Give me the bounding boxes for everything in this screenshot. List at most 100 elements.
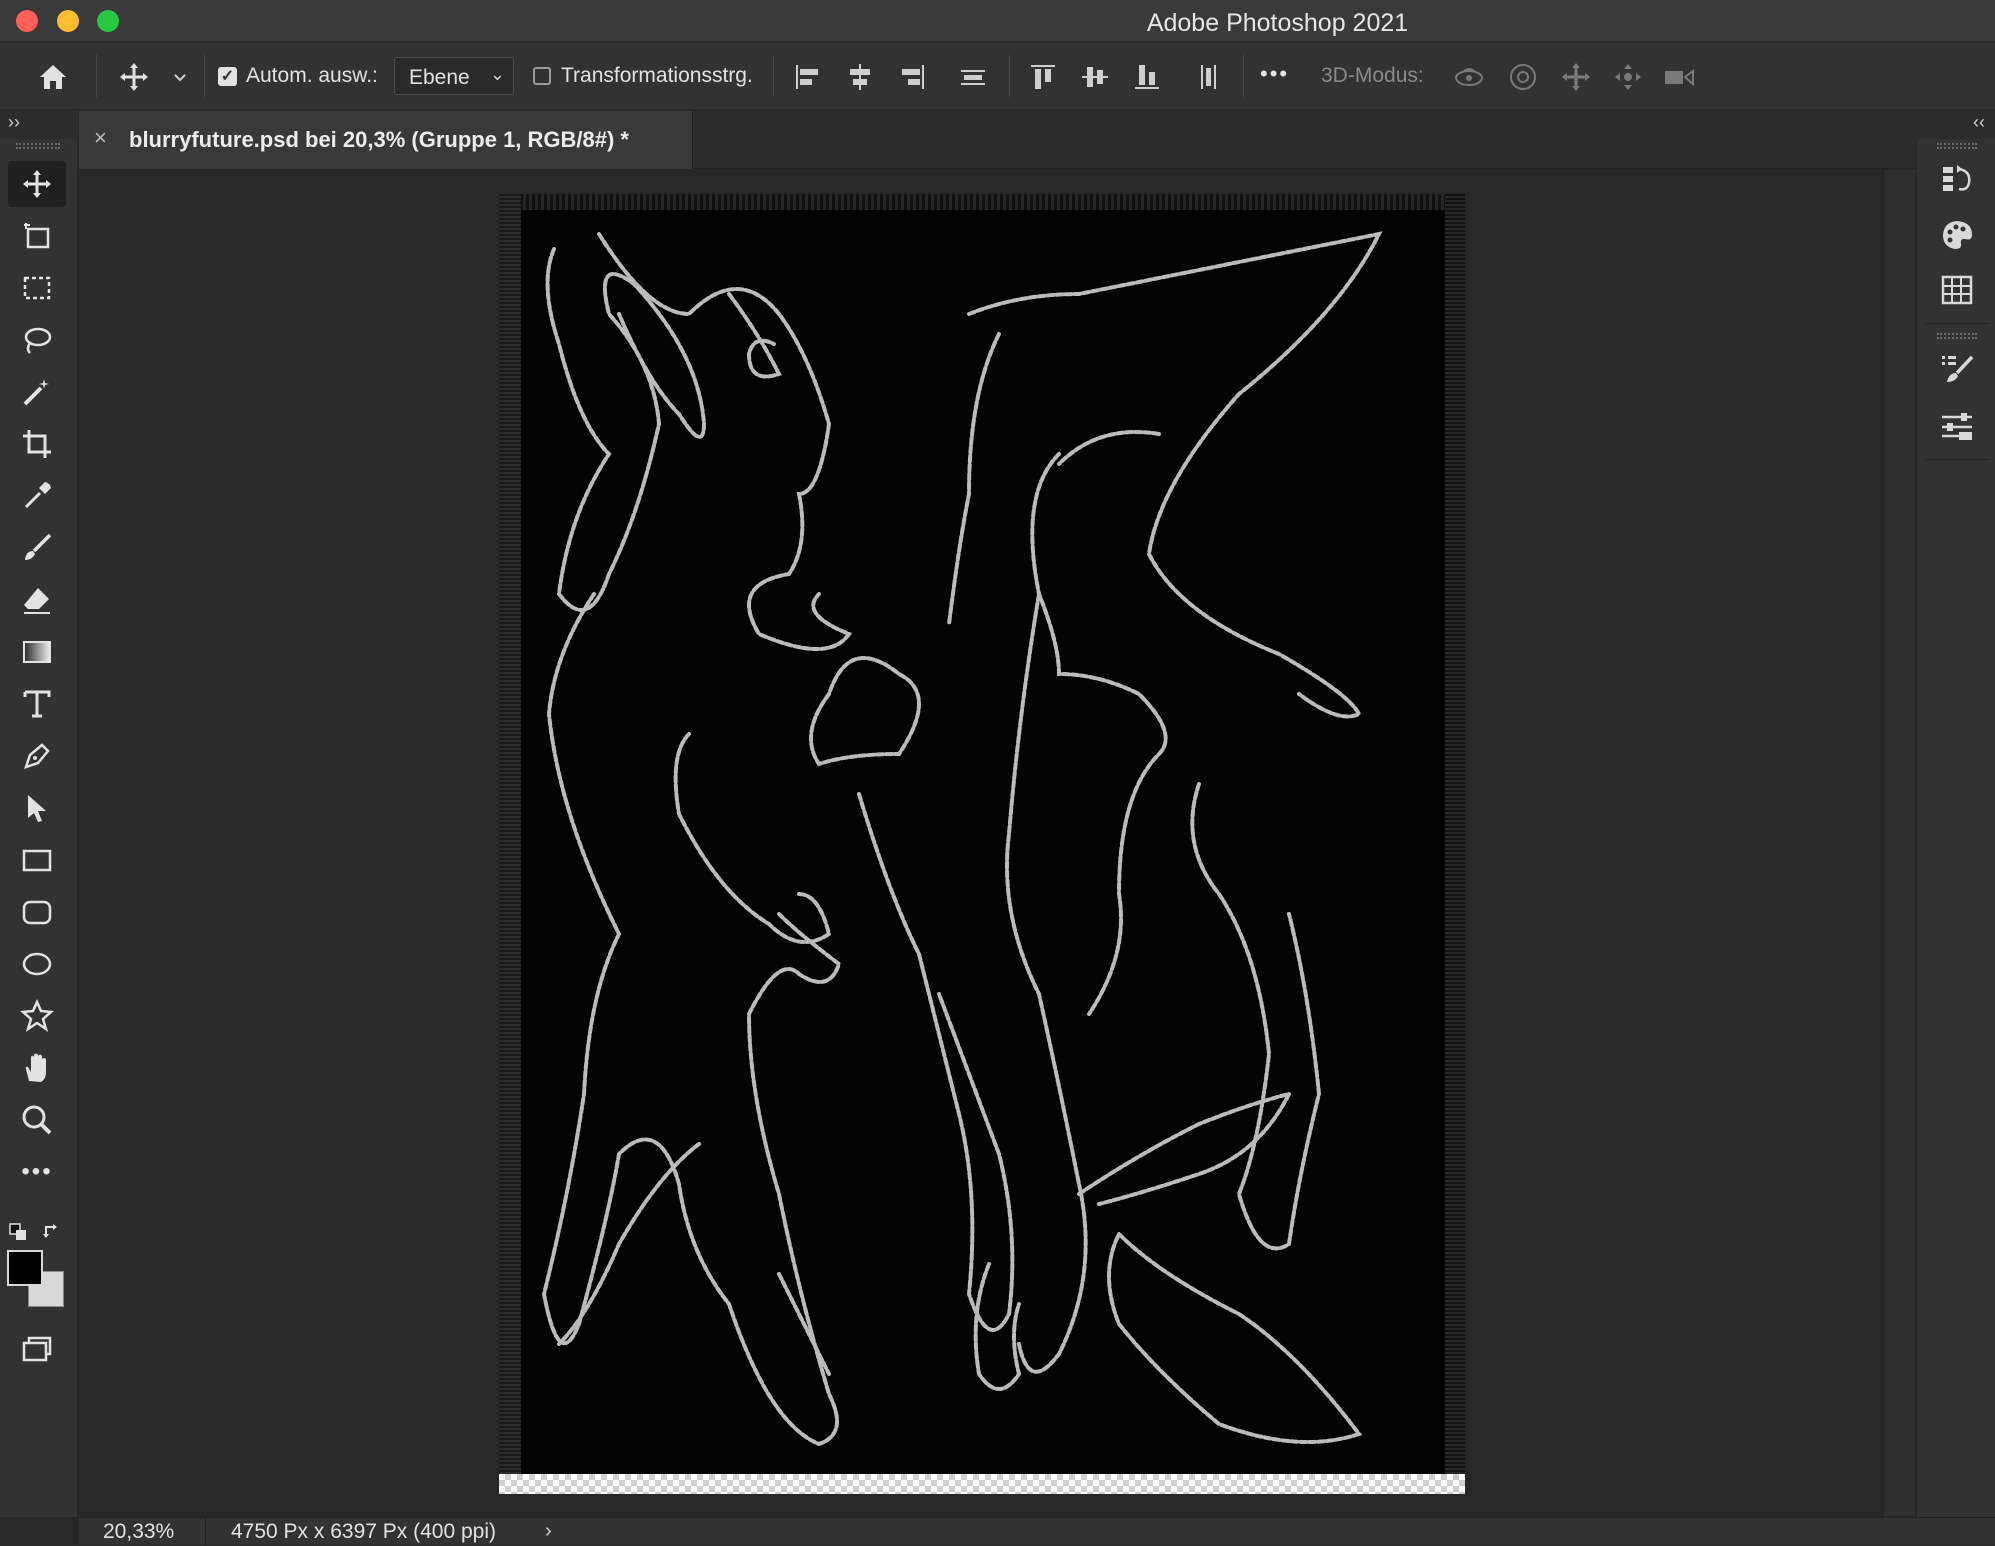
path-selection-tool[interactable] xyxy=(8,785,66,831)
3d-mode-label: 3D-Modus: xyxy=(1321,64,1424,87)
adjustments-panel-button[interactable] xyxy=(1937,405,1977,445)
pen-tool[interactable] xyxy=(8,733,66,779)
3d-orbit-icon xyxy=(1455,68,1483,86)
screen-mode-button[interactable] xyxy=(8,1326,66,1372)
brush-settings-panel-button[interactable] xyxy=(1937,349,1977,389)
move-tool[interactable] xyxy=(8,161,66,207)
tool-preset-dropdown[interactable] xyxy=(160,59,200,95)
3d-scale-button[interactable] xyxy=(1661,59,1697,95)
align-bottom-icon xyxy=(1135,65,1159,89)
tools-panel: ••• xyxy=(0,139,78,1517)
rounded-rectangle-tool[interactable] xyxy=(8,889,66,935)
path-selection-icon xyxy=(28,795,46,822)
zoom-level-field[interactable]: 20,33% xyxy=(103,1520,174,1544)
align-left-edges-button[interactable] xyxy=(790,59,826,95)
lasso-icon xyxy=(24,327,52,354)
align-right-edges-button[interactable] xyxy=(894,59,930,95)
status-menu-button[interactable]: › xyxy=(545,1520,552,1543)
color-panel-button[interactable] xyxy=(1937,215,1977,255)
type-tool[interactable] xyxy=(8,681,66,727)
transform-controls-checkbox[interactable] xyxy=(533,67,551,85)
swatches-panel-button[interactable] xyxy=(1937,270,1977,310)
crop-tool[interactable] xyxy=(8,421,66,467)
home-icon xyxy=(40,65,66,89)
3d-pan-button[interactable] xyxy=(1558,59,1594,95)
transparency-checkerboard xyxy=(499,1474,1465,1494)
move-icon xyxy=(120,63,148,91)
custom-shape-tool[interactable] xyxy=(8,993,66,1039)
chevron-down-icon xyxy=(174,74,186,82)
move-tool-preset-button[interactable] xyxy=(116,59,152,95)
3d-roll-icon xyxy=(1510,64,1536,90)
swap-colors-icon xyxy=(43,1224,57,1238)
document-tab-title: blurryfuture.psd bei 20,3% (Gruppe 1, RG… xyxy=(129,127,629,152)
panel-collapse-button[interactable]: ‹‹ xyxy=(1973,112,1985,133)
3d-slide-icon xyxy=(1615,64,1641,90)
align-center-icon xyxy=(850,64,870,90)
lasso-tool[interactable] xyxy=(8,317,66,363)
eraser-tool[interactable] xyxy=(8,577,66,623)
document-info: 4750 Px x 6397 Px (400 ppi) xyxy=(231,1520,497,1543)
marquee-icon xyxy=(23,276,51,300)
document-canvas[interactable] xyxy=(499,194,1465,1494)
foreground-color-swatch[interactable] xyxy=(7,1250,43,1286)
zoom-tool[interactable] xyxy=(8,1097,66,1143)
hand-icon xyxy=(25,1053,46,1082)
auto-select-checkbox[interactable]: ✓ xyxy=(218,67,237,86)
zoom-icon xyxy=(22,1105,52,1135)
align-bottom-edges-button[interactable] xyxy=(1129,59,1165,95)
rectangle-tool[interactable] xyxy=(8,837,66,883)
3d-camera-icon xyxy=(1665,69,1694,87)
edit-toolbar-button[interactable]: ••• xyxy=(8,1149,66,1195)
eyedropper-icon xyxy=(24,482,51,509)
align-right-icon xyxy=(902,65,924,89)
foreground-color-fill xyxy=(9,1252,41,1284)
history-panel-button[interactable] xyxy=(1937,159,1977,199)
sliders-icon xyxy=(1942,413,1972,440)
distribute-vertical-button[interactable] xyxy=(955,59,991,95)
brush-tool[interactable] xyxy=(8,525,66,571)
chevron-down-icon: ⌄ xyxy=(489,64,505,84)
move-icon xyxy=(23,170,51,198)
ellipse-tool[interactable] xyxy=(8,941,66,987)
home-button[interactable] xyxy=(35,59,71,95)
gradient-tool[interactable] xyxy=(8,629,66,675)
3d-orbit-button[interactable] xyxy=(1451,59,1487,95)
toolbar-grip[interactable] xyxy=(16,143,60,149)
magic-wand-tool[interactable] xyxy=(8,369,66,415)
title-bar: Adobe Photoshop 2021 xyxy=(0,0,1995,42)
close-tab-button[interactable]: × xyxy=(94,125,107,151)
panel-grip[interactable] xyxy=(1937,333,1977,339)
hand-tool[interactable] xyxy=(8,1045,66,1091)
options-bar: ✓ Autom. ausw.: Ebene ⌄ Transformationss… xyxy=(0,43,1995,110)
gradient-icon xyxy=(23,641,51,663)
artboard-tool[interactable] xyxy=(8,213,66,259)
eraser-icon xyxy=(24,588,50,614)
panel-grip[interactable] xyxy=(1937,143,1977,149)
swap-colors-button[interactable] xyxy=(42,1221,62,1246)
history-icon xyxy=(1943,165,1971,191)
rectangular-marquee-tool[interactable] xyxy=(8,265,66,311)
more-options-button[interactable]: ••• xyxy=(1260,61,1289,87)
align-left-icon xyxy=(796,65,818,89)
crop-icon xyxy=(23,430,51,458)
default-colors-button[interactable] xyxy=(8,1222,28,1247)
distribute-horizontal-button[interactable] xyxy=(1190,59,1226,95)
auto-select-target-dropdown[interactable]: Ebene ⌄ xyxy=(394,57,514,95)
align-top-edges-button[interactable] xyxy=(1025,59,1061,95)
3d-roll-button[interactable] xyxy=(1505,59,1541,95)
align-vertical-centers-button[interactable] xyxy=(1077,59,1113,95)
align-horizontal-centers-button[interactable] xyxy=(842,59,878,95)
default-colors-icon xyxy=(9,1223,26,1240)
screen-mode-icon xyxy=(22,1336,52,1362)
options-divider xyxy=(96,55,97,97)
3d-slide-button[interactable] xyxy=(1610,59,1646,95)
toolbar-collapse-button[interactable]: ›› xyxy=(8,112,20,133)
document-tab[interactable]: × blurryfuture.psd bei 20,3% (Gruppe 1, … xyxy=(79,111,693,169)
document-tab-bar: × blurryfuture.psd bei 20,3% (Gruppe 1, … xyxy=(79,111,1916,169)
eyedropper-tool[interactable] xyxy=(8,473,66,519)
panel-divider xyxy=(1925,323,1988,324)
vertical-scrollbar[interactable] xyxy=(1883,170,1915,1516)
options-divider xyxy=(1009,55,1010,97)
brush-icon xyxy=(25,533,52,560)
